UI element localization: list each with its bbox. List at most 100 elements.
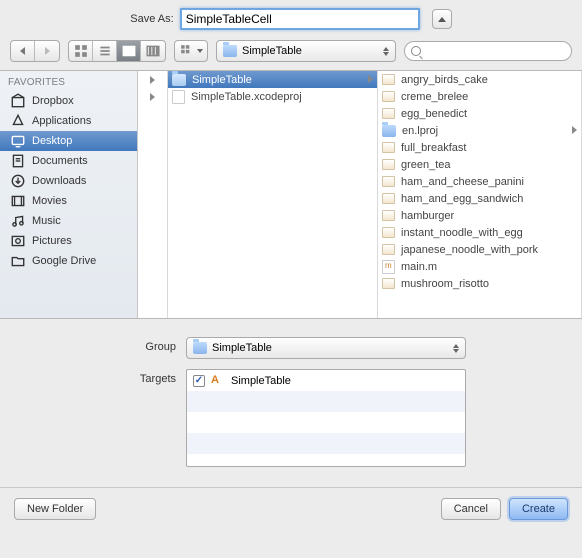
- column-wide: angry_birds_cake creme_brelee egg_benedict…: [378, 71, 582, 318]
- sidebar-item-movies[interactable]: Movies: [0, 191, 137, 211]
- forward-button[interactable]: [35, 41, 59, 61]
- options-panel: Group SimpleTable Targets SimpleTable: [0, 319, 582, 488]
- arrange-button-group: [174, 40, 208, 62]
- image-file-icon: [382, 108, 395, 119]
- file-row[interactable]: SimpleTable: [168, 71, 377, 88]
- footer: New Folder Cancel Create: [0, 488, 582, 530]
- sidebar-item-label: Applications: [32, 115, 91, 127]
- file-row[interactable]: mushroom_risotto: [378, 275, 581, 292]
- view-icons-button[interactable]: [69, 41, 93, 61]
- file-row[interactable]: ham_and_egg_sandwich: [378, 190, 581, 207]
- image-file-icon: [382, 176, 395, 187]
- file-label: en.lproj: [402, 125, 438, 137]
- folder-icon: [223, 45, 237, 57]
- file-label: mushroom_risotto: [401, 278, 489, 290]
- file-label: hamburger: [401, 210, 454, 222]
- folder-icon: [382, 125, 396, 137]
- search-field[interactable]: [404, 41, 572, 61]
- image-file-icon: [382, 74, 395, 85]
- view-coverflow-button[interactable]: [141, 41, 165, 61]
- file-row[interactable]: creme_brelee: [378, 88, 581, 105]
- sidebar-item-label: Movies: [32, 195, 67, 207]
- collapse-button[interactable]: [432, 9, 452, 29]
- image-file-icon: [382, 227, 395, 238]
- file-row[interactable]: en.lproj: [378, 122, 581, 139]
- sidebar-item-label: Downloads: [32, 175, 86, 187]
- image-file-icon: [382, 244, 395, 255]
- image-file-icon: [382, 142, 395, 153]
- group-dropdown[interactable]: SimpleTable: [186, 337, 466, 359]
- file-label: main.m: [401, 261, 437, 273]
- chevron-right-icon: [368, 74, 373, 86]
- file-label: ham_and_cheese_panini: [401, 176, 524, 188]
- list-icon: [98, 44, 112, 58]
- checkbox[interactable]: [193, 375, 205, 387]
- image-file-icon: [382, 193, 395, 204]
- folder-icon: [10, 254, 26, 268]
- file-label: angry_birds_cake: [401, 74, 488, 86]
- nav-buttons: [10, 40, 60, 62]
- chevron-right-icon: [150, 76, 155, 84]
- music-icon: [10, 214, 26, 228]
- target-row-empty: [187, 412, 465, 433]
- pictures-icon: [10, 234, 26, 248]
- file-label: instant_noodle_with_egg: [401, 227, 523, 239]
- view-columns-button[interactable]: [117, 41, 141, 61]
- sidebar-item-music[interactable]: Music: [0, 211, 137, 231]
- file-label: SimpleTable.xcodeproj: [191, 91, 302, 103]
- sidebar-item-pictures[interactable]: Pictures: [0, 231, 137, 251]
- column-arrows: [138, 71, 168, 318]
- back-button[interactable]: [11, 41, 35, 61]
- sidebar-item-applications[interactable]: Applications: [0, 111, 137, 131]
- file-label: egg_benedict: [401, 108, 467, 120]
- downloads-icon: [10, 174, 26, 188]
- sidebar-item-google-drive[interactable]: Google Drive: [0, 251, 137, 271]
- target-row[interactable]: SimpleTable: [187, 370, 465, 391]
- group-value: SimpleTable: [212, 342, 272, 354]
- save-as-input[interactable]: [180, 8, 420, 30]
- chevron-right-icon: [45, 47, 50, 55]
- folder-icon: [193, 342, 207, 354]
- sidebar-item-label: Documents: [32, 155, 88, 167]
- docs-icon: [10, 154, 26, 168]
- file-row[interactable]: angry_birds_cake: [378, 71, 581, 88]
- new-folder-button[interactable]: New Folder: [14, 498, 96, 520]
- cancel-button[interactable]: Cancel: [441, 498, 501, 520]
- grid-icon: [74, 44, 88, 58]
- columns-icon: [122, 44, 136, 58]
- file-label: green_tea: [401, 159, 451, 171]
- target-row-empty: [187, 433, 465, 454]
- chevron-down-icon: [197, 49, 203, 53]
- sidebar-item-downloads[interactable]: Downloads: [0, 171, 137, 191]
- group-label: Group: [20, 337, 176, 353]
- sidebar-item-desktop[interactable]: Desktop: [0, 131, 137, 151]
- arrow-cell[interactable]: [138, 88, 167, 105]
- sidebar-item-documents[interactable]: Documents: [0, 151, 137, 171]
- file-row[interactable]: egg_benedict: [378, 105, 581, 122]
- file-row[interactable]: SimpleTable.xcodeproj: [168, 88, 377, 105]
- file-label: full_breakfast: [401, 142, 466, 154]
- file-row[interactable]: full_breakfast: [378, 139, 581, 156]
- targets-list: SimpleTable: [186, 369, 466, 467]
- file-row[interactable]: green_tea: [378, 156, 581, 173]
- file-row[interactable]: japanese_noodle_with_pork: [378, 241, 581, 258]
- file-row[interactable]: ham_and_cheese_panini: [378, 173, 581, 190]
- file-row[interactable]: hamburger: [378, 207, 581, 224]
- file-row[interactable]: main.m: [378, 258, 581, 275]
- path-label: SimpleTable: [242, 45, 302, 57]
- arrow-cell[interactable]: [138, 71, 167, 88]
- image-file-icon: [382, 91, 395, 102]
- arrange-icon: [180, 44, 194, 58]
- file-row[interactable]: instant_noodle_with_egg: [378, 224, 581, 241]
- sidebar: FAVORITES DropboxApplicationsDesktopDocu…: [0, 71, 138, 318]
- chevron-right-icon: [150, 93, 155, 101]
- search-input[interactable]: [425, 45, 565, 57]
- sidebar-item-dropbox[interactable]: Dropbox: [0, 91, 137, 111]
- image-file-icon: [382, 159, 395, 170]
- create-button[interactable]: Create: [509, 498, 568, 520]
- sidebar-item-label: Desktop: [32, 135, 72, 147]
- view-list-button[interactable]: [93, 41, 117, 61]
- arrange-button[interactable]: [175, 41, 207, 61]
- path-dropdown[interactable]: SimpleTable: [216, 40, 396, 62]
- coverflow-icon: [146, 44, 160, 58]
